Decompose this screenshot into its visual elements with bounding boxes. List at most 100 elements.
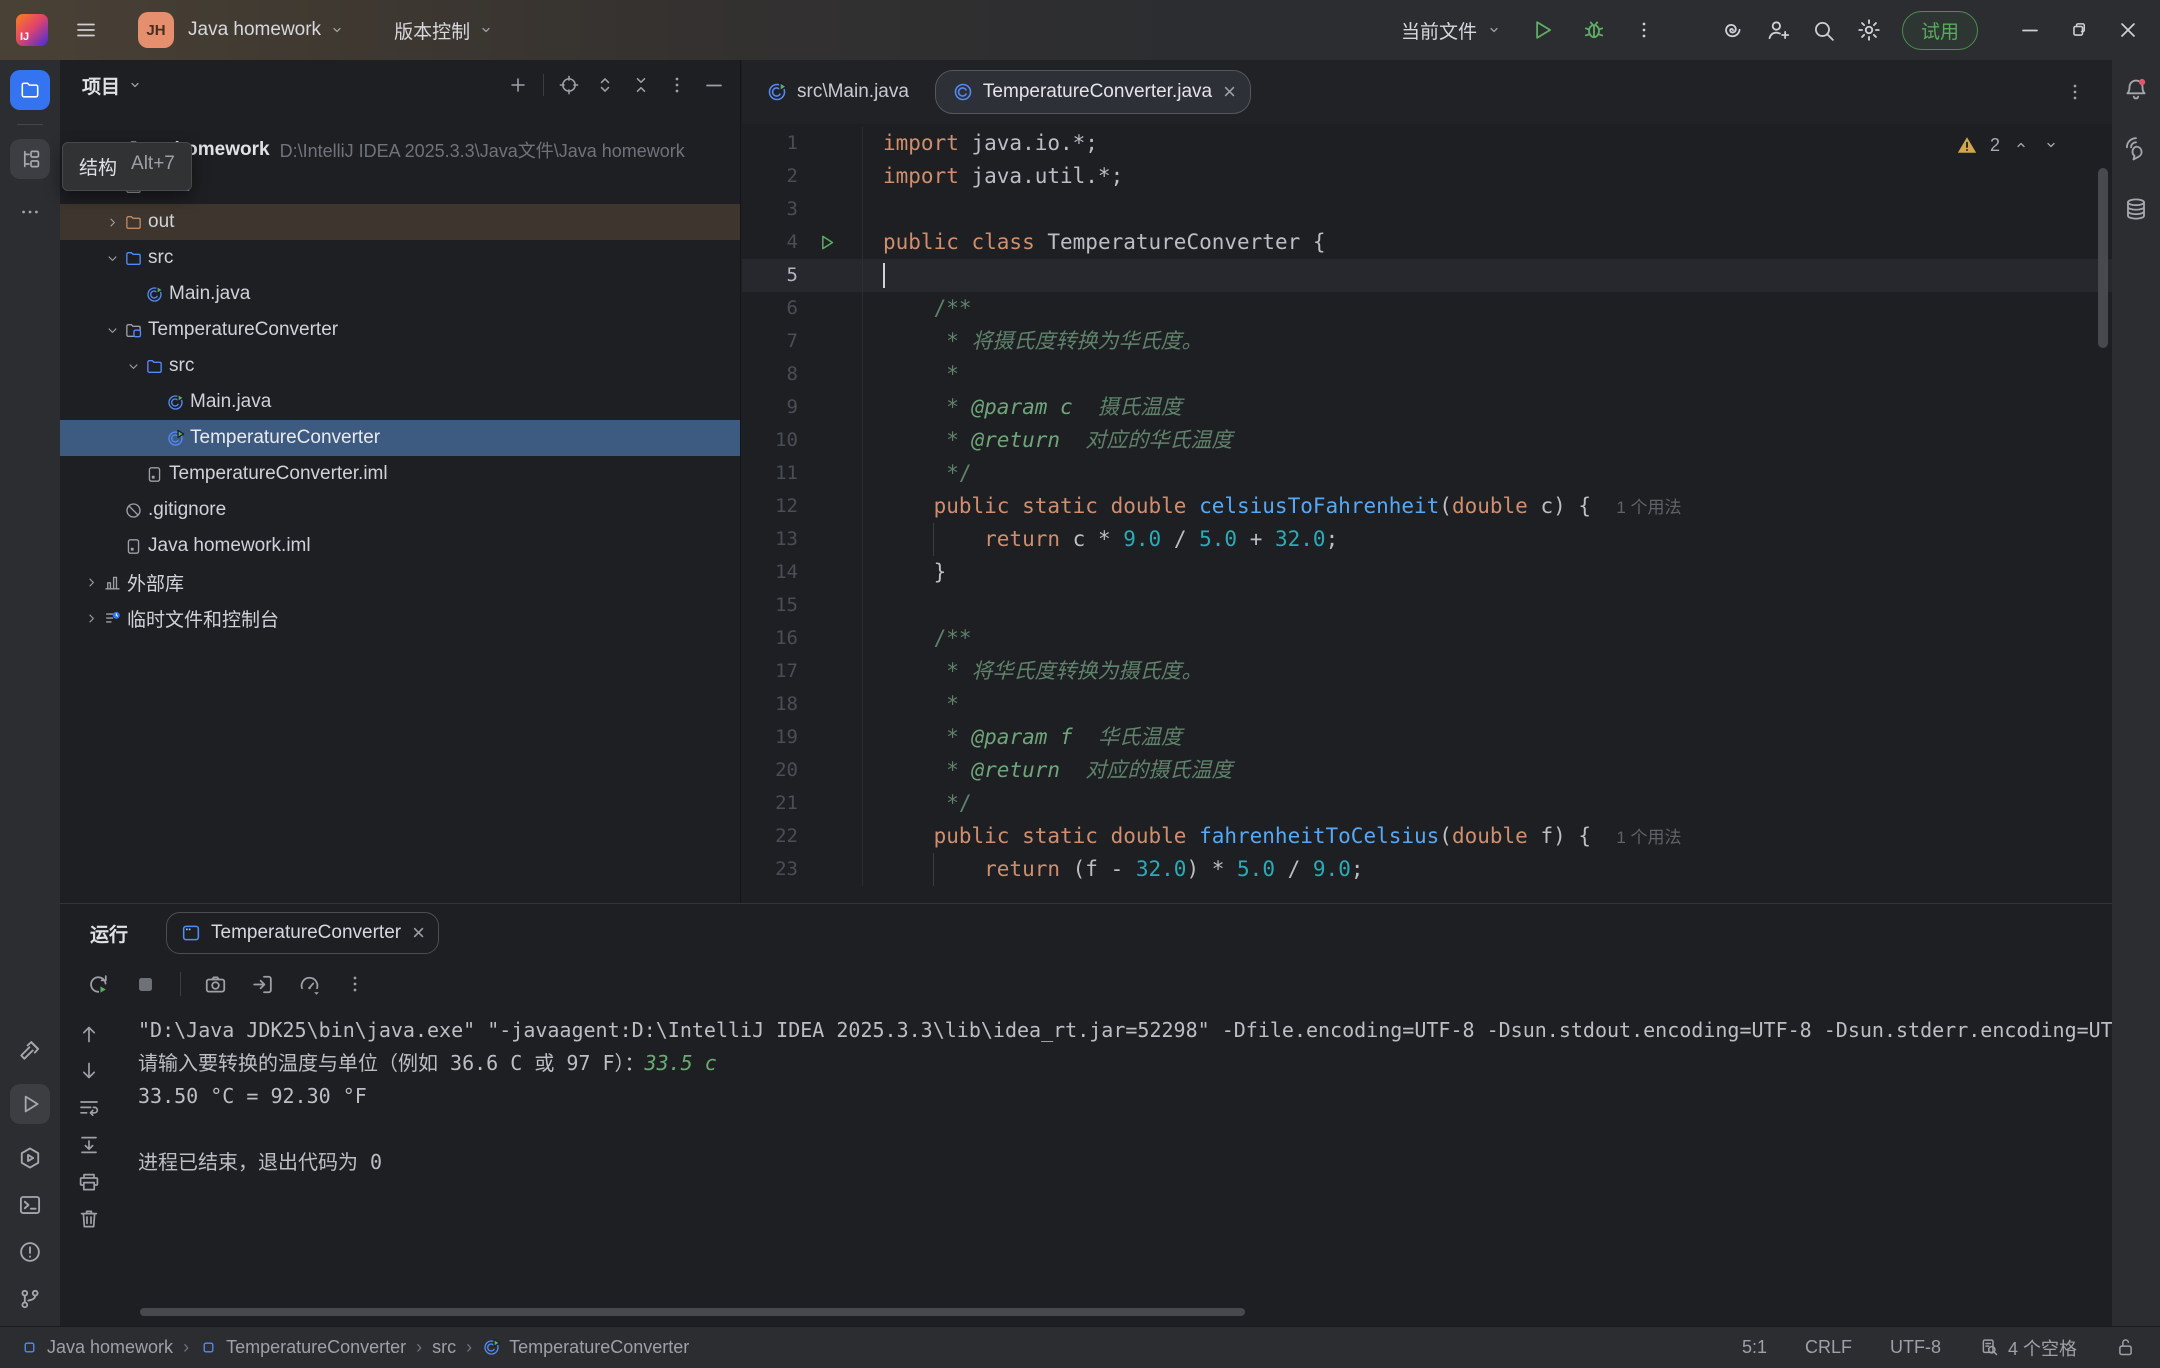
thread-dump-icon[interactable]	[203, 972, 228, 997]
main-menu-icon[interactable]	[74, 18, 98, 42]
problems-icon[interactable]	[17, 1239, 43, 1265]
code-line-22[interactable]: 22 public static double fahrenheitToCels…	[742, 820, 2112, 853]
chevron-right-icon[interactable]	[81, 575, 101, 590]
chevron-down-icon[interactable]	[123, 359, 143, 374]
tree-item-src[interactable]: src	[60, 348, 740, 384]
scroll-to-end-icon[interactable]	[77, 1133, 101, 1157]
tree-item-TemperatureConverter[interactable]: TemperatureConverter	[60, 420, 740, 456]
code-line-3[interactable]: 3	[742, 193, 2112, 226]
chevron-down-icon[interactable]	[102, 323, 122, 338]
close-button[interactable]	[2116, 18, 2140, 42]
code-line-13[interactable]: 13 return c * 9.0 / 5.0 + 32.0;	[742, 523, 2112, 556]
debug-button[interactable]	[1581, 17, 1607, 43]
code-line-16[interactable]: 16 /**	[742, 622, 2112, 655]
code-line-9[interactable]: 9 * @param c 摄氏温度	[742, 391, 2112, 424]
editor-scrollbar[interactable]	[2098, 168, 2108, 348]
tree-item-Main.java[interactable]: Main.java	[60, 384, 740, 420]
code-line-14[interactable]: 14 }	[742, 556, 2112, 589]
breadcrumb-TemperatureConverter[interactable]: TemperatureConverter	[482, 1337, 689, 1358]
console-more-icon[interactable]	[344, 973, 366, 995]
code-line-4[interactable]: 4public class TemperatureConverter {	[742, 226, 2112, 259]
code-line-12[interactable]: 12 public static double celsiusToFahrenh…	[742, 490, 2112, 523]
scroll-to-bottom-icon[interactable]	[77, 1059, 101, 1083]
breadcrumb-TemperatureConverter[interactable]: TemperatureConverter	[199, 1337, 406, 1358]
scroll-to-top-icon[interactable]	[77, 1022, 101, 1046]
select-opened-file-icon[interactable]	[558, 74, 580, 96]
project-avatar[interactable]: JH	[138, 12, 174, 48]
code-with-me-icon[interactable]	[1765, 17, 1791, 43]
notifications-bell-icon[interactable]	[2123, 76, 2149, 102]
minimize-button[interactable]	[2018, 18, 2042, 42]
tree-item-TemperatureConverter[interactable]: TemperatureConverter	[60, 312, 740, 348]
project-panel-title[interactable]: 项目	[82, 72, 144, 99]
line-separator[interactable]: CRLF	[1805, 1337, 1852, 1358]
console-output[interactable]: "D:\Java JDK25\bin\java.exe" "-javaagent…	[118, 1006, 2112, 1326]
code-line-23[interactable]: 23 return (f - 32.0) * 5.0 / 9.0;	[742, 853, 2112, 886]
indent-setting[interactable]: 4 个空格	[1979, 1335, 2077, 1361]
breadcrumb-src[interactable]: src	[432, 1337, 456, 1358]
code-line-2[interactable]: 2import java.util.*;	[742, 160, 2112, 193]
ai-assistant-icon[interactable]	[1719, 17, 1745, 43]
code-line-17[interactable]: 17 * 将华氏度转换为摄氏度。	[742, 655, 2112, 688]
soft-wrap-icon[interactable]	[77, 1096, 101, 1120]
code-line-20[interactable]: 20 * @return 对应的摄氏温度	[742, 754, 2112, 787]
code-line-5[interactable]: 5	[742, 259, 2112, 292]
hide-panel-icon[interactable]	[702, 73, 726, 97]
clear-console-icon[interactable]	[77, 1207, 101, 1231]
run-configuration-selector[interactable]: 当前文件	[1401, 17, 1503, 44]
run-gutter-icon[interactable]	[798, 226, 862, 259]
caret-position[interactable]: 5:1	[1742, 1337, 1767, 1358]
more-tool-windows-icon[interactable]	[19, 201, 41, 223]
tool-project-button[interactable]	[10, 70, 50, 110]
tree-item--[interactable]: 外部库	[60, 564, 740, 600]
tree-item-out[interactable]: out	[60, 204, 740, 240]
code-line-11[interactable]: 11 */	[742, 457, 2112, 490]
more-actions-icon[interactable]	[1633, 19, 1655, 41]
code-line-21[interactable]: 21 */	[742, 787, 2112, 820]
tool-structure-button[interactable]	[10, 139, 50, 179]
tab-options-icon[interactable]	[2064, 81, 2086, 103]
code-editor[interactable]: 1import java.io.*;2import java.util.*;34…	[742, 124, 2112, 903]
add-icon[interactable]	[507, 74, 529, 96]
tree-item-TemperatureConverter.iml[interactable]: TemperatureConverter.iml	[60, 456, 740, 492]
chevron-right-icon[interactable]	[81, 611, 101, 626]
unlock-icon[interactable]	[2115, 1337, 2136, 1358]
tree-item-src[interactable]: src	[60, 240, 740, 276]
restore-button[interactable]	[2068, 19, 2090, 41]
trial-badge[interactable]: 试用	[1902, 11, 1978, 50]
tab-main-java[interactable]: src\Main.java	[766, 81, 909, 103]
tree-item-.gitignore[interactable]: .gitignore	[60, 492, 740, 528]
panel-options-icon[interactable]	[666, 74, 688, 96]
settings-gear-icon[interactable]	[1856, 17, 1882, 43]
tool-run-button[interactable]	[10, 1084, 50, 1124]
close-tab-icon[interactable]: ×	[1223, 81, 1236, 103]
file-encoding[interactable]: UTF-8	[1890, 1337, 1941, 1358]
search-everywhere-icon[interactable]	[1811, 18, 1836, 43]
tree-item--[interactable]: 临时文件和控制台	[60, 600, 740, 636]
services-icon[interactable]	[17, 1145, 43, 1171]
run-tab[interactable]: TemperatureConverter ×	[166, 912, 439, 954]
collapse-all-icon[interactable]	[630, 74, 652, 96]
attach-debugger-icon[interactable]	[250, 972, 275, 997]
code-line-8[interactable]: 8 *	[742, 358, 2112, 391]
run-button[interactable]	[1529, 17, 1555, 43]
code-line-6[interactable]: 6 /**	[742, 292, 2112, 325]
build-icon[interactable]	[17, 1037, 43, 1063]
vcs-widget[interactable]: 版本控制	[394, 17, 495, 44]
code-line-7[interactable]: 7 * 将摄氏度转换为华氏度。	[742, 325, 2112, 358]
tab-temperatureconverter-java[interactable]: TemperatureConverter.java ×	[935, 70, 1251, 114]
breadcrumb-Java-homework[interactable]: Java homework	[20, 1337, 173, 1358]
print-icon[interactable]	[77, 1170, 101, 1194]
code-line-1[interactable]: 1import java.io.*;	[742, 127, 2112, 160]
code-line-19[interactable]: 19 * @param f 华氏温度	[742, 721, 2112, 754]
profiler-icon[interactable]	[297, 972, 322, 997]
close-run-tab-icon[interactable]: ×	[412, 922, 425, 944]
inspections-widget[interactable]: 2	[1956, 134, 2060, 156]
project-switcher[interactable]: Java homework	[188, 19, 346, 41]
database-tool-icon[interactable]	[2123, 196, 2149, 222]
ai-assistant-tool-icon[interactable]	[2123, 136, 2149, 162]
code-line-10[interactable]: 10 * @return 对应的华氏温度	[742, 424, 2112, 457]
stop-icon[interactable]	[133, 972, 158, 997]
next-warning-icon[interactable]	[2042, 136, 2060, 154]
prev-warning-icon[interactable]	[2012, 136, 2030, 154]
